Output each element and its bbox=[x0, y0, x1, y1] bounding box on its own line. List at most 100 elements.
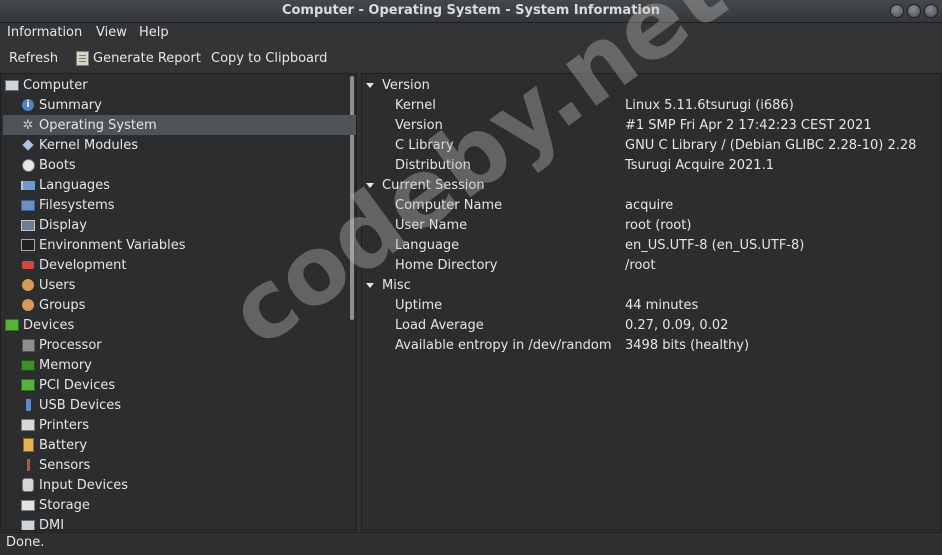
copy-to-clipboard-button[interactable]: Copy to Clipboard bbox=[211, 51, 327, 66]
detail-key: Uptime bbox=[395, 297, 443, 313]
terminal-icon bbox=[21, 238, 35, 252]
section-title: Version bbox=[382, 77, 430, 93]
refresh-button[interactable]: Refresh bbox=[9, 51, 58, 66]
thermometer-icon bbox=[21, 458, 35, 472]
tree-item-summary[interactable]: i Summary bbox=[3, 95, 356, 115]
expand-arrow-icon[interactable] bbox=[366, 182, 374, 188]
expand-arrow-icon[interactable] bbox=[366, 82, 374, 88]
detail-value: /root bbox=[625, 257, 656, 273]
copy-label: Copy to Clipboard bbox=[211, 51, 328, 66]
detail-key: Available entropy in /dev/random bbox=[395, 337, 612, 353]
tree-item-computer[interactable]: Computer bbox=[3, 75, 350, 95]
module-icon bbox=[21, 138, 35, 152]
info-icon: i bbox=[21, 98, 35, 112]
window-title: Computer - Operating System - System Inf… bbox=[281, 3, 661, 18]
tree-label: DMI bbox=[39, 517, 65, 531]
development-icon bbox=[21, 258, 35, 272]
tree-label: Memory bbox=[39, 357, 92, 373]
report-icon bbox=[76, 51, 89, 66]
tree-item-environment-variables[interactable]: Environment Variables bbox=[3, 235, 356, 255]
tree-item-memory[interactable]: Memory bbox=[3, 355, 356, 375]
detail-key: Distribution bbox=[395, 157, 471, 173]
tree-item-display[interactable]: Display bbox=[3, 215, 356, 235]
menu-bar: Information View Help bbox=[0, 23, 942, 45]
generate-report-button[interactable]: Generate Report bbox=[76, 51, 201, 66]
tree-label: Devices bbox=[23, 317, 75, 333]
tree-item-printers[interactable]: Printers bbox=[3, 415, 356, 435]
tree-label: Boots bbox=[39, 157, 76, 173]
usb-icon bbox=[21, 398, 35, 412]
tree-label: Operating System bbox=[39, 117, 157, 133]
tree-label: Summary bbox=[39, 97, 102, 113]
detail-value: 0.27, 0.09, 0.02 bbox=[625, 317, 729, 333]
close-button[interactable] bbox=[924, 4, 938, 18]
tree-label: Printers bbox=[39, 417, 90, 433]
flag-icon bbox=[21, 178, 35, 192]
tree-item-battery[interactable]: Battery bbox=[3, 435, 356, 455]
menu-help[interactable]: Help bbox=[139, 25, 169, 40]
tree-label: Storage bbox=[39, 497, 90, 513]
pci-icon bbox=[21, 378, 35, 392]
tree-label: USB Devices bbox=[39, 397, 122, 413]
tree-item-sensors[interactable]: Sensors bbox=[3, 455, 356, 475]
tree-label: Battery bbox=[39, 437, 88, 453]
expand-arrow-icon[interactable] bbox=[366, 282, 374, 288]
detail-value: Tsurugi Acquire 2021.1 bbox=[625, 157, 774, 173]
title-bar: Computer - Operating System - System Inf… bbox=[0, 0, 942, 23]
tree-item-development[interactable]: Development bbox=[3, 255, 356, 275]
section-version[interactable]: Version bbox=[362, 75, 430, 95]
tree-label: Input Devices bbox=[39, 477, 129, 493]
tree-item-languages[interactable]: Languages bbox=[3, 175, 356, 195]
menu-view[interactable]: View bbox=[96, 25, 127, 40]
memory-icon bbox=[21, 358, 35, 372]
detail-value: acquire bbox=[625, 197, 674, 213]
tree-label: Sensors bbox=[39, 457, 91, 473]
groups-icon bbox=[21, 298, 35, 312]
power-icon bbox=[21, 158, 35, 172]
detail-value: 3498 bits (healthy) bbox=[625, 337, 750, 353]
detail-key: C Library bbox=[395, 137, 454, 153]
tree-item-operating-system[interactable]: ✲ Operating System bbox=[3, 115, 356, 135]
detail-value: GNU C Library / (Debian GLIBC 2.28-10) 2… bbox=[625, 137, 917, 153]
dmi-icon bbox=[21, 518, 35, 530]
section-current-session[interactable]: Current Session bbox=[362, 175, 485, 195]
tree-item-processor[interactable]: Processor bbox=[3, 335, 356, 355]
tree-item-groups[interactable]: Groups bbox=[3, 295, 356, 315]
tree-label: Display bbox=[39, 217, 87, 233]
tree-item-dmi[interactable]: DMI bbox=[3, 515, 356, 531]
folder-icon bbox=[21, 198, 35, 212]
tree-item-devices[interactable]: Devices bbox=[3, 315, 350, 335]
gear-icon: ✲ bbox=[22, 117, 34, 133]
tree-item-users[interactable]: Users bbox=[3, 275, 356, 295]
tree-item-boots[interactable]: Boots bbox=[3, 155, 356, 175]
tree-item-usb-devices[interactable]: USB Devices bbox=[3, 395, 356, 415]
tree-label: Kernel Modules bbox=[39, 137, 139, 153]
menu-information[interactable]: Information bbox=[7, 25, 82, 40]
tree-label: Groups bbox=[39, 297, 86, 313]
tree-item-kernel-modules[interactable]: Kernel Modules bbox=[3, 135, 356, 155]
tree-item-pci-devices[interactable]: PCI Devices bbox=[3, 375, 356, 395]
details-pane[interactable]: Version Kernel Linux 5.11.6tsurugi (i686… bbox=[361, 73, 942, 531]
generate-report-label: Generate Report bbox=[93, 51, 201, 66]
detail-value: #1 SMP Fri Apr 2 17:42:23 CEST 2021 bbox=[625, 117, 872, 133]
mouse-icon bbox=[21, 478, 35, 492]
detail-key: Version bbox=[395, 117, 443, 133]
detail-key: Load Average bbox=[395, 317, 484, 333]
tree-label: Environment Variables bbox=[39, 237, 186, 253]
tree-item-input-devices[interactable]: Input Devices bbox=[3, 475, 356, 495]
detail-value: en_US.UTF-8 (en_US.UTF-8) bbox=[625, 237, 805, 253]
printer-icon bbox=[21, 418, 35, 432]
maximize-button[interactable] bbox=[907, 4, 921, 18]
section-misc[interactable]: Misc bbox=[362, 275, 411, 295]
navigation-tree[interactable]: Computer i Summary ✲ Operating System Ke… bbox=[0, 73, 357, 531]
board-icon bbox=[5, 318, 19, 332]
section-title: Current Session bbox=[382, 177, 485, 193]
refresh-label: Refresh bbox=[9, 51, 59, 66]
battery-icon bbox=[21, 438, 35, 452]
minimize-button[interactable] bbox=[890, 4, 904, 18]
tree-label: Languages bbox=[39, 177, 110, 193]
tree-item-storage[interactable]: Storage bbox=[3, 495, 356, 515]
tree-label: Processor bbox=[39, 337, 102, 353]
tree-item-filesystems[interactable]: Filesystems bbox=[3, 195, 356, 215]
monitor-icon bbox=[21, 218, 35, 232]
